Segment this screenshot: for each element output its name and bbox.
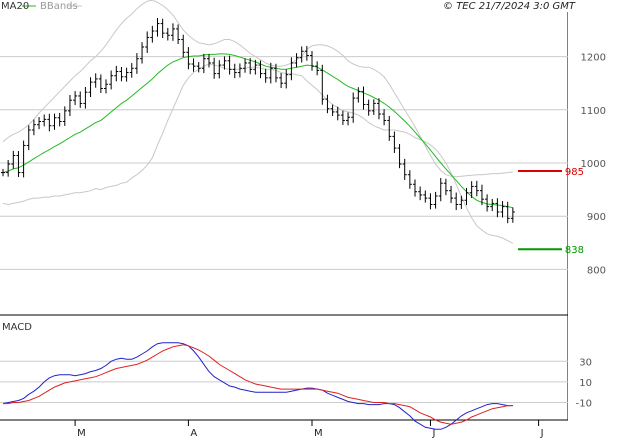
- macd-tick-label: 30: [579, 357, 592, 368]
- month-label: J: [431, 428, 435, 439]
- price-tick-label: 800: [587, 265, 606, 276]
- month-label: M: [314, 428, 323, 439]
- price-tick-label: 1100: [581, 106, 606, 117]
- macd-tick-label: -10: [576, 399, 592, 410]
- resistance-label: 985: [565, 167, 584, 178]
- month-label: M: [77, 428, 86, 439]
- price-tick-label: 1000: [581, 159, 606, 170]
- month-label: J: [540, 428, 544, 439]
- macd-title: MACD: [2, 322, 32, 333]
- ma-legend-label: MA20: [1, 1, 29, 12]
- copyright-text: © TEC 21/7/2024 3:0 GMT: [443, 1, 576, 12]
- right-axis-area: [568, 12, 627, 440]
- stock-chart: MA20 BBands © TEC 21/7/2024 3:0 GMT 800 9…: [0, 0, 627, 440]
- price-tick-label: 1200: [581, 53, 606, 64]
- month-label: A: [190, 428, 197, 439]
- macd-tick-label: 10: [579, 378, 592, 389]
- chart-legend: MA20 BBands: [1, 1, 82, 12]
- support-label: 838: [565, 245, 584, 256]
- bands-legend-label: BBands: [40, 1, 78, 12]
- price-tick-label: 900: [587, 212, 606, 223]
